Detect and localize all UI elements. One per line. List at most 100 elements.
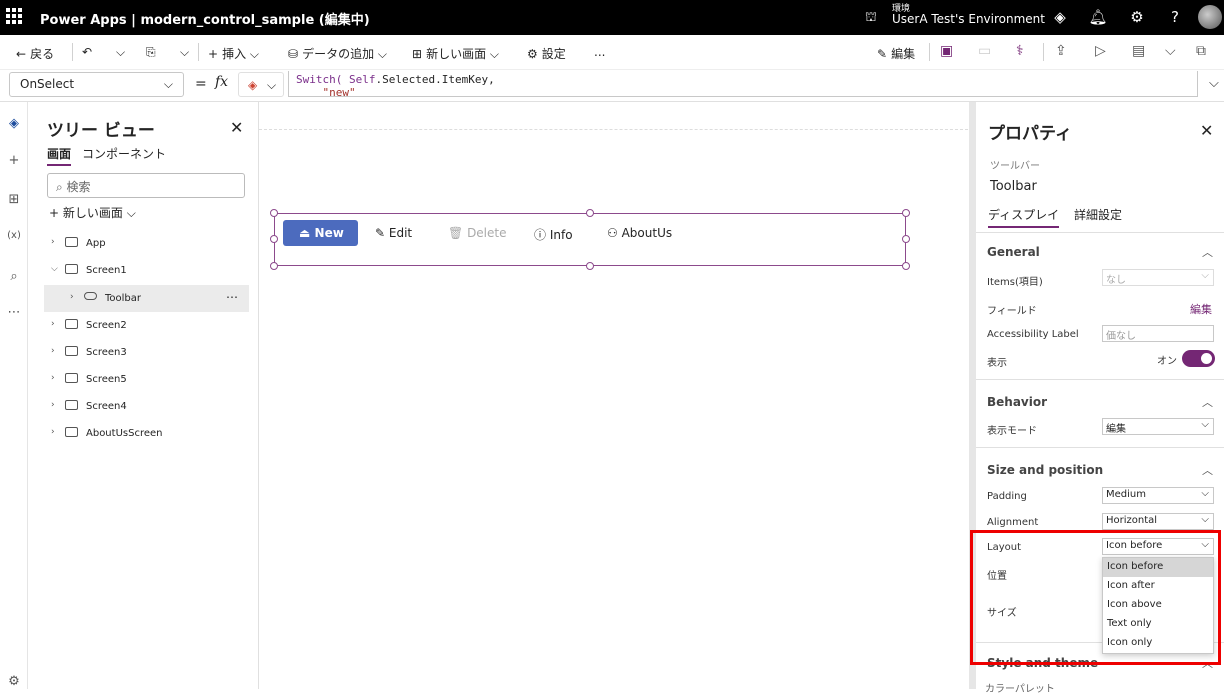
resize-handle[interactable] [902,235,910,243]
clipboard-icon: ⎘ [146,45,156,59]
copilot-icon[interactable]: ◈ [1050,8,1070,26]
section-size-title[interactable]: Size and position [987,463,1103,477]
app-launcher-icon[interactable] [6,8,22,24]
resize-handle[interactable] [270,262,278,270]
close-icon[interactable]: ✕ [1200,121,1213,140]
property-select[interactable]: OnSelect ⌵ [9,72,184,97]
new-screen-button[interactable]: + 新しい画面 ⌵ [49,204,136,221]
plus-icon[interactable]: + [5,153,23,168]
tab-display[interactable]: ディスプレイ [988,206,1060,228]
tree-item-screen5[interactable]: › Screen5 [34,366,259,393]
canvas-scrollbar[interactable] [969,102,976,689]
chevron-up-icon[interactable]: ︿ [1202,462,1213,478]
avatar[interactable] [1198,5,1222,29]
bell-icon[interactable]: 🔔︎ [1088,8,1108,26]
tree-item-screen2[interactable]: › Screen2 [34,312,259,339]
share-icon[interactable]: ⇪ [1055,43,1067,59]
copilot-button[interactable]: ◈ ⌵ [238,72,284,97]
chevron-right-icon: › [51,427,55,437]
undo-button[interactable]: ↶ [82,45,92,59]
design-canvas[interactable] [259,102,968,689]
undo-menu-button[interactable]: ⌵ [116,45,125,60]
formula-input[interactable]: Switch( Self.Selected.ItemKey, "new" [288,71,1198,97]
chevron-up-icon[interactable]: ︿ [1202,244,1213,260]
toolbar-delete-button[interactable]: 🗑︎ Delete [448,220,507,246]
variables-icon[interactable]: (x) [5,230,23,241]
toolbar-edit-button[interactable]: ✎ Edit [375,220,412,246]
chevron-down-icon[interactable]: ⌵ [1165,43,1176,59]
layout-option-icon-above[interactable]: Icon above [1103,596,1213,615]
add-data-button[interactable]: ⛁ データの追加 ⌵ [288,45,387,62]
items-select[interactable]: なし ⌵ [1102,269,1214,286]
alignment-select[interactable]: Horizontal ⌵ [1102,513,1214,530]
tab-components[interactable]: コンポーネント [82,145,166,162]
section-style-title[interactable]: Style and theme [987,656,1098,670]
comment-icon[interactable]: ▭ [978,43,991,59]
insert-button[interactable]: + 挿入 ⌵ [208,45,259,62]
edit-button[interactable]: ✎ 編集 [877,45,915,62]
chevron-up-icon[interactable]: ︿ [1202,655,1213,671]
search-input[interactable]: ⌕ 検索 [47,173,245,198]
layout-dropdown-list: Icon before Icon after Icon above Text o… [1102,557,1214,654]
more-icon[interactable]: ⋯ [5,305,23,320]
resize-handle[interactable] [586,209,594,217]
new-screen-button[interactable]: ⊞ 新しい画面 ⌵ [412,45,499,62]
screen-icon [65,346,78,356]
control-name[interactable]: Toolbar [990,179,1037,194]
tree-item-screen1[interactable]: ⌵ Screen1 [34,257,259,284]
resize-handle[interactable] [902,209,910,217]
gear-icon[interactable]: ⚙ [5,674,23,689]
help-icon[interactable]: ? [1165,8,1185,26]
layout-option-icon-before[interactable]: Icon before [1103,558,1213,577]
data-icon[interactable]: ⊞ [5,192,23,207]
paste-menu-button[interactable]: ⌵ [180,45,189,60]
settings-button[interactable]: ⚙ 設定 [527,45,566,62]
gear-icon[interactable]: ⚙ [1127,8,1147,26]
more-options-button[interactable]: ⋯ [226,290,238,304]
tree-item-aboutusscreen[interactable]: › AboutUsScreen [34,420,259,447]
display-mode-select[interactable]: 編集 ⌵ [1102,418,1214,435]
toolbar-new-button[interactable]: ⏏ New [283,220,358,246]
tree-item-app[interactable]: › App [34,230,259,257]
environment-name[interactable]: UserA Test's Environment [892,12,1045,26]
expand-formula-icon[interactable]: ⌵ [1209,76,1219,91]
fx-icon: fx [215,74,229,90]
more-button[interactable]: ... [594,45,605,59]
toolbar-icon [84,292,97,300]
environment-icon[interactable]: ⛫ [865,10,877,27]
padding-select[interactable]: Medium ⌵ [1102,487,1214,504]
tab-screens[interactable]: 画面 [47,145,72,166]
chevron-up-icon[interactable]: ︿ [1202,394,1213,410]
tree-item-toolbar[interactable]: › Toolbar ⋯ [44,285,249,312]
visible-toggle[interactable] [1182,350,1215,367]
close-icon[interactable]: ✕ [230,118,243,137]
publish-icon[interactable]: ⧉ [1196,43,1206,59]
resize-handle[interactable] [270,209,278,217]
paste-button[interactable]: ⎘ [146,45,156,60]
section-behavior-title[interactable]: Behavior [987,395,1047,409]
stethoscope-icon[interactable]: ⚕ [1016,43,1024,59]
app-checker-icon[interactable]: ▣ [940,43,953,59]
app-title: Power Apps | modern_control_sample (編集中) [40,13,370,28]
accessibility-input[interactable]: 価なし [1102,325,1214,342]
layout-option-text-only[interactable]: Text only [1103,615,1213,634]
resize-handle[interactable] [586,262,594,270]
search-icon[interactable]: ⌕ [5,269,23,284]
tab-advanced[interactable]: 詳細設定 [1074,206,1122,223]
toolbar-aboutus-button[interactable]: ⚇ AboutUs [607,220,672,246]
tree-item-screen4[interactable]: › Screen4 [34,393,259,420]
play-icon[interactable]: ▷ [1095,43,1106,59]
layout-option-icon-only[interactable]: Icon only [1103,634,1213,653]
toolbar-info-button[interactable]: ⓘ Info [534,220,573,246]
section-general-title[interactable]: General [987,245,1040,259]
layout-select[interactable]: Icon before ⌵ [1102,538,1214,555]
layout-option-icon-after[interactable]: Icon after [1103,577,1213,596]
layers-icon[interactable]: ◈ [5,116,23,131]
back-button[interactable]: ← 戻る [16,45,54,62]
toolbar-selection-box[interactable] [270,209,910,270]
tree-item-screen3[interactable]: › Screen3 [34,339,259,366]
resize-handle[interactable] [902,262,910,270]
fields-edit-link[interactable]: 編集 [1190,301,1212,317]
save-icon[interactable]: ▤ [1132,43,1145,59]
resize-handle[interactable] [270,235,278,243]
